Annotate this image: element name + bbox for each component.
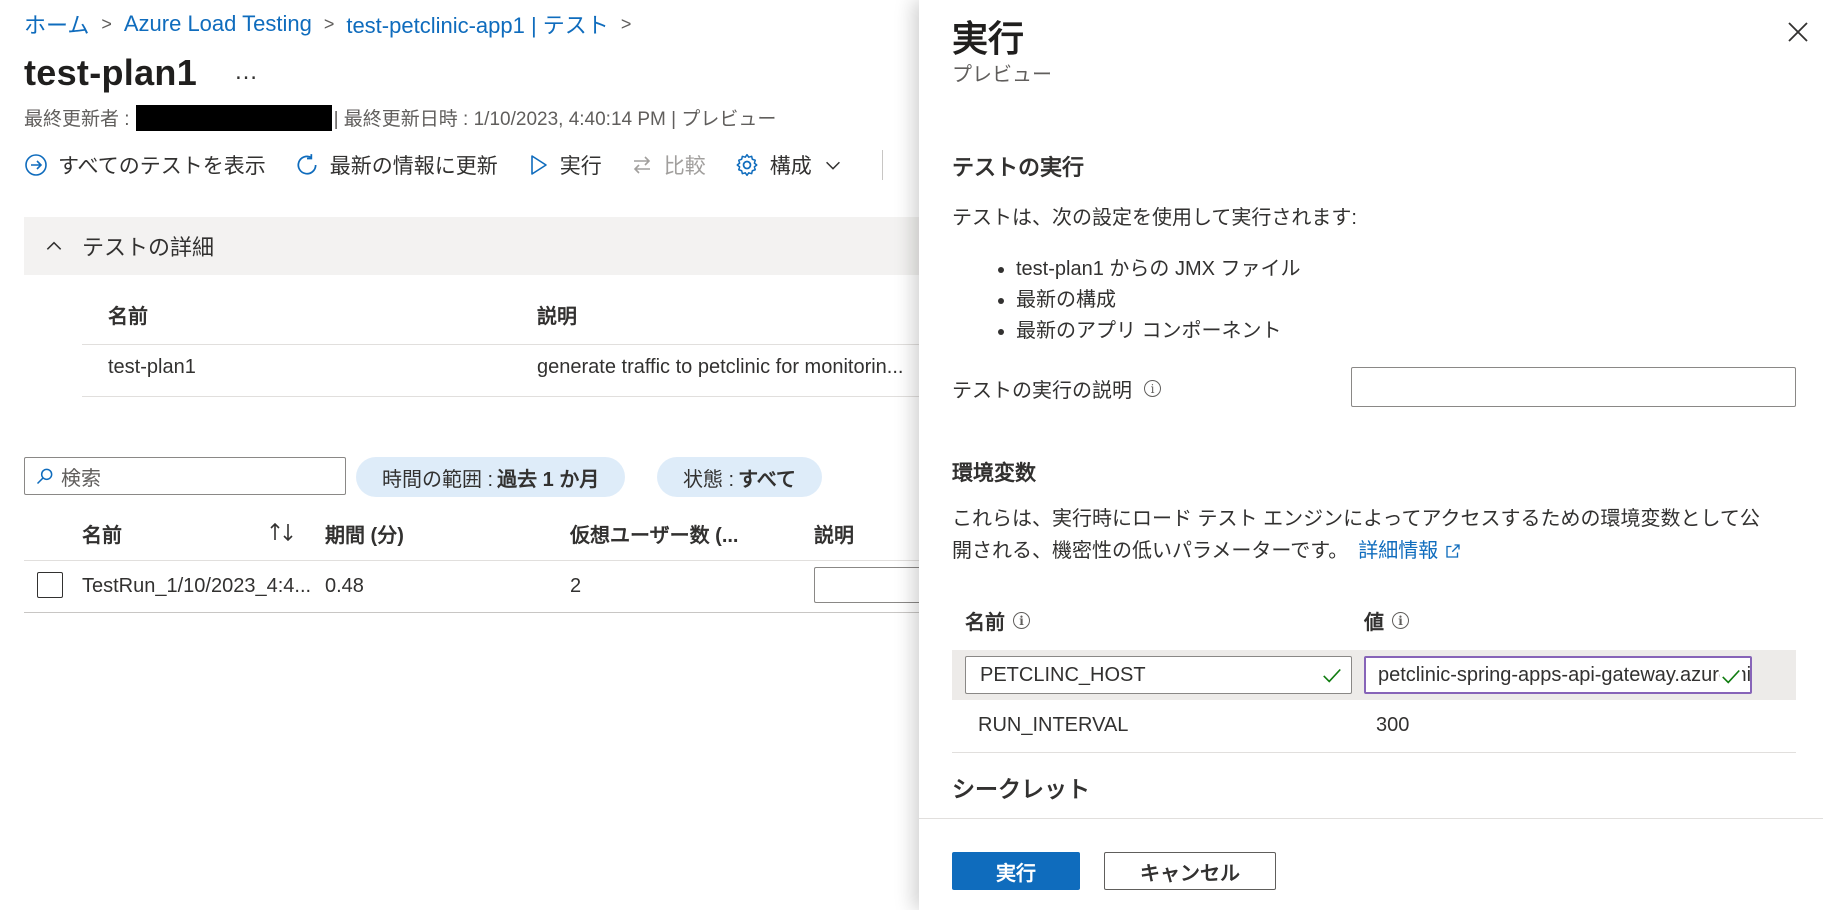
search-icon: [36, 468, 53, 485]
env-name-input[interactable]: PETCLINC_HOST: [965, 656, 1352, 694]
meta-prefix: 最終更新者 :: [24, 109, 130, 130]
env-value-value: petclinic-spring-apps-api-gateway.azurem…: [1378, 663, 1752, 686]
run-intro-text: テストは、次の設定を使用して実行されます:: [952, 207, 1357, 229]
test-details-title: テストの詳細: [82, 235, 215, 260]
arrow-circle-right-icon: [25, 154, 47, 176]
sort-icon[interactable]: [268, 520, 296, 550]
run-submit-button[interactable]: 実行: [952, 852, 1080, 890]
gear-icon: [736, 153, 758, 177]
env-description-line1: これらは、実行時にロード テスト エンジンによってアクセスするための環境変数とし…: [952, 508, 1760, 530]
panel-footer-divider: [919, 818, 1823, 819]
time-range-filter[interactable]: 時間の範囲 : 過去 1 か月: [356, 457, 626, 497]
learn-more-link[interactable]: 詳細情報: [1358, 535, 1438, 567]
command-bar: すべてのテストを表示 最新の情報に更新 実行 比較 構成: [24, 150, 883, 180]
breadcrumb-app-tests[interactable]: test-petclinic-app1 | テスト: [346, 8, 608, 40]
runs-col-duration[interactable]: 期間 (分): [325, 519, 404, 548]
section-run-heading: テストの実行: [952, 155, 1085, 180]
info-icon[interactable]: i: [1392, 612, 1409, 629]
run-duration: 0.48: [325, 575, 364, 597]
env-col-name: 名前 i: [965, 606, 1030, 635]
checkmark-icon: [1720, 665, 1742, 687]
refresh-button[interactable]: 最新の情報に更新: [294, 150, 498, 180]
close-icon[interactable]: [1786, 20, 1810, 49]
list-item: 最新のアプリ コンポーネント: [1016, 316, 1301, 347]
details-name-value: test-plan1: [108, 356, 196, 378]
search-placeholder: 検索: [61, 467, 101, 490]
view-all-tests-label: すべてのテストを表示: [58, 155, 266, 178]
chevron-right-icon: >: [101, 13, 112, 34]
chevron-right-icon: >: [620, 13, 632, 34]
env-col-value-text: 値: [1364, 612, 1384, 634]
grid-divider: [24, 612, 924, 613]
configure-button[interactable]: 構成: [734, 150, 844, 180]
toolbar-divider: [881, 150, 883, 180]
details-col-name: 名前: [108, 306, 148, 328]
run-vusers: 2: [570, 575, 582, 597]
secrets-heading: シークレット: [952, 776, 1090, 802]
row-checkbox[interactable]: [37, 572, 63, 598]
env-description-line2: 開される、機密性の低いパラメーターです。 詳細情報: [952, 535, 1462, 567]
cancel-button[interactable]: キャンセル: [1104, 852, 1276, 890]
breadcrumb-azure-load-testing[interactable]: Azure Load Testing: [124, 11, 312, 37]
redacted-user: [135, 104, 332, 131]
runs-col-name[interactable]: 名前: [82, 519, 122, 548]
chevron-up-icon: [46, 241, 62, 250]
refresh-icon: [297, 154, 317, 175]
test-run-link[interactable]: TestRun_1/10/2023_4:4...: [82, 575, 311, 598]
view-all-tests-button[interactable]: すべてのテストを表示: [24, 150, 266, 180]
status-filter[interactable]: 状態 : すべて: [657, 457, 822, 497]
breadcrumb: ホーム > Azure Load Testing > test-petclini…: [24, 8, 643, 40]
details-divider: [82, 344, 922, 345]
run-settings-list: test-plan1 からの JMX ファイル 最新の構成 最新のアプリ コンポ…: [982, 254, 1301, 347]
details-col-description: 説明: [537, 306, 577, 328]
list-item: test-plan1 からの JMX ファイル: [1016, 254, 1301, 285]
status-value: すべて: [738, 468, 796, 491]
env-row-name[interactable]: RUN_INTERVAL: [978, 714, 1128, 737]
refresh-label: 最新の情報に更新: [329, 155, 498, 178]
play-icon: [530, 155, 547, 175]
external-link-icon[interactable]: [1444, 542, 1462, 560]
time-range-label: 時間の範囲 :: [382, 468, 494, 491]
info-icon[interactable]: i: [1013, 612, 1030, 629]
run-description-input[interactable]: [1351, 367, 1796, 407]
env-row-value[interactable]: 300: [1376, 714, 1409, 737]
time-range-value: 過去 1 か月: [497, 468, 600, 491]
compare-button[interactable]: 比較: [630, 150, 706, 180]
env-divider: [952, 752, 1796, 753]
compare-label: 比較: [663, 155, 706, 178]
env-col-name-text: 名前: [965, 612, 1005, 634]
run-button[interactable]: 実行: [526, 150, 602, 180]
details-description-value: generate traffic to petclinic for monito…: [537, 356, 904, 378]
runs-col-vusers[interactable]: 仮想ユーザー数 (...: [570, 519, 739, 548]
panel-title: 実行: [952, 18, 1025, 59]
env-name-value: PETCLINC_HOST: [980, 663, 1146, 686]
run-description-label-text: テストの実行の説明: [952, 380, 1132, 402]
run-description-field[interactable]: [814, 567, 934, 603]
env-value-input[interactable]: petclinic-spring-apps-api-gateway.azurem…: [1364, 656, 1752, 694]
meta-suffix: | 最終更新日時 : 1/10/2023, 4:40:14 PM | プレビュー: [333, 109, 777, 130]
env-vars-heading: 環境変数: [952, 462, 1036, 485]
panel-subtitle: プレビュー: [952, 64, 1052, 86]
run-label: 実行: [559, 155, 602, 178]
test-details-header[interactable]: テストの詳細: [24, 217, 924, 275]
status-label: 状態 :: [683, 468, 735, 491]
env-description-line2-text: 開される、機密性の低いパラメーターです。: [952, 540, 1349, 562]
chevron-down-icon: [825, 161, 840, 170]
info-icon[interactable]: i: [1144, 380, 1161, 397]
list-item: 最新の構成: [1016, 285, 1301, 316]
search-input[interactable]: 検索: [24, 457, 346, 495]
runs-col-description[interactable]: 説明: [814, 519, 854, 548]
breadcrumb-home[interactable]: ホーム: [24, 8, 89, 40]
page-meta: 最終更新者 : | 最終更新日時 : 1/10/2023, 4:40:14 PM…: [24, 104, 776, 131]
details-divider: [82, 396, 922, 397]
chevron-right-icon: >: [323, 13, 335, 34]
checkmark-icon: [1323, 668, 1341, 683]
configure-label: 構成: [769, 155, 812, 178]
grid-divider: [24, 560, 924, 561]
run-description-label: テストの実行の説明 i: [952, 374, 1161, 403]
more-options-button[interactable]: …: [234, 58, 258, 86]
page-title: test-plan1: [24, 52, 198, 93]
env-col-value: 値 i: [1364, 606, 1409, 635]
compare-arrows-icon: [633, 156, 650, 174]
